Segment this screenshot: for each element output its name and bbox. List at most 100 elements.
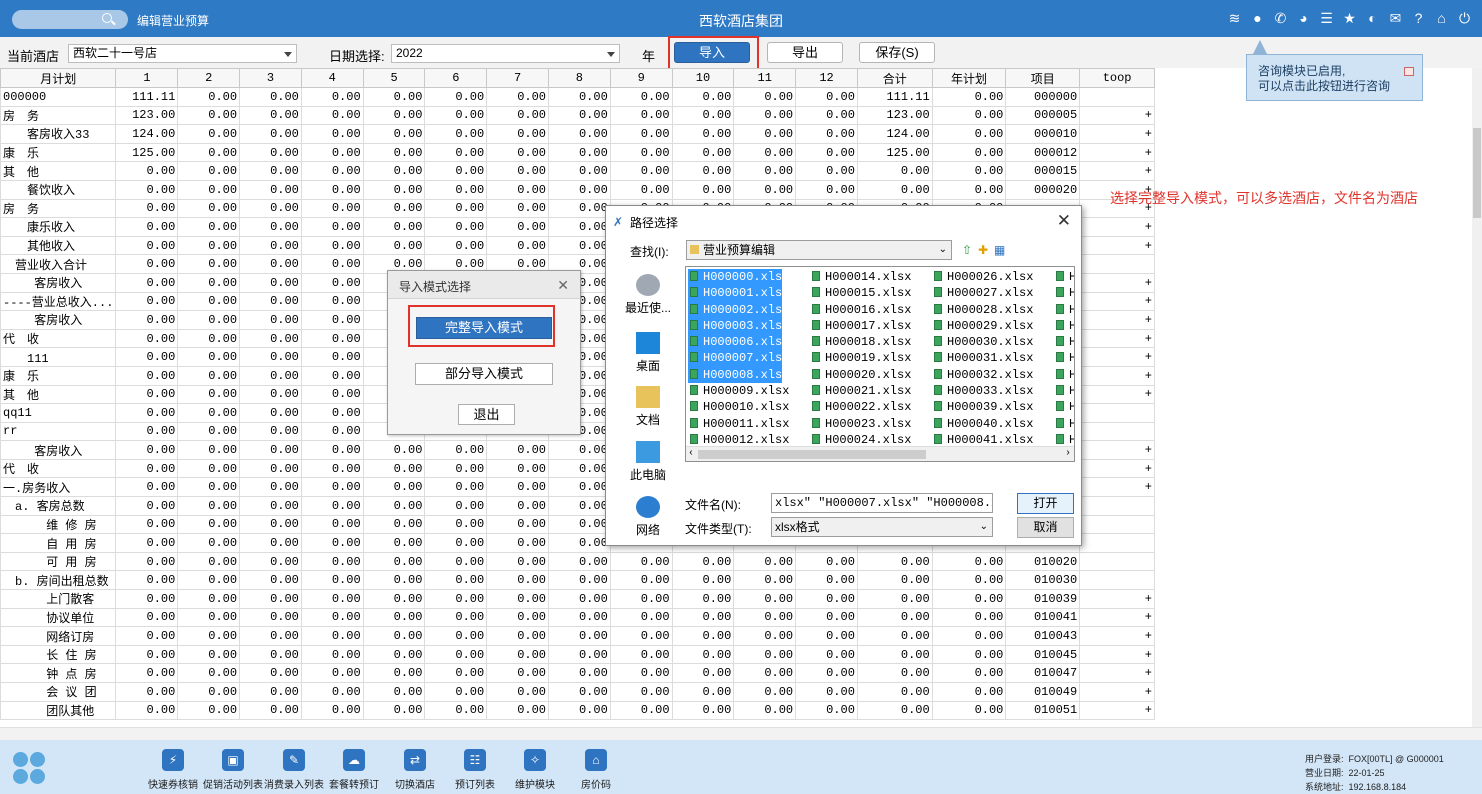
- expand-cell[interactable]: +: [1079, 365, 1155, 386]
- month-cell[interactable]: 0.00: [671, 124, 735, 144]
- month-cell[interactable]: 0.00: [795, 700, 858, 721]
- month-cell[interactable]: 0.00: [115, 421, 179, 442]
- row-name-cell[interactable]: rr: [0, 421, 117, 442]
- month-cell[interactable]: 0.00: [486, 663, 549, 683]
- month-cell[interactable]: 0.00: [795, 570, 858, 591]
- month-cell[interactable]: 0.00: [424, 124, 488, 144]
- file-item[interactable]: H: [1054, 383, 1074, 399]
- file-item[interactable]: H: [1054, 318, 1074, 334]
- annual-plan-cell[interactable]: 0.00: [931, 626, 1007, 646]
- month-cell[interactable]: 0.00: [424, 533, 488, 553]
- month-cell[interactable]: 0.00: [795, 105, 858, 126]
- expand-cell[interactable]: +: [1079, 644, 1155, 665]
- date-select[interactable]: 2022: [391, 44, 620, 63]
- file-item[interactable]: H: [1054, 367, 1074, 383]
- month-cell[interactable]: 0.00: [362, 533, 426, 553]
- item-code-cell[interactable]: 010051: [1005, 700, 1081, 721]
- file-item[interactable]: H000002.xlsx: [688, 301, 789, 318]
- month-cell[interactable]: 0.00: [115, 458, 179, 479]
- month-cell[interactable]: 0.00: [239, 403, 302, 423]
- expand-cell[interactable]: +: [1079, 291, 1155, 312]
- app-launcher-icon[interactable]: [13, 752, 47, 786]
- month-cell[interactable]: 0.00: [300, 533, 364, 553]
- month-cell[interactable]: 0.00: [733, 607, 797, 628]
- month-cell[interactable]: 0.00: [239, 124, 302, 144]
- month-cell[interactable]: 0.00: [424, 496, 488, 516]
- row-name-cell[interactable]: 其 他: [0, 384, 117, 405]
- month-cell[interactable]: 0.00: [300, 328, 364, 349]
- month-cell[interactable]: 0.00: [300, 663, 364, 683]
- column-header[interactable]: 9: [609, 68, 673, 88]
- table-row[interactable]: b. 房间出租总数 0.00 0.00 0.00 0.00 0.00 0.00 0.00 0.0…: [0, 570, 1155, 591]
- column-header[interactable]: 8: [548, 68, 611, 88]
- scroll-thumb[interactable]: [1473, 128, 1481, 218]
- month-cell[interactable]: 0.00: [609, 87, 673, 107]
- month-cell[interactable]: 0.00: [115, 477, 179, 498]
- month-cell[interactable]: 0.00: [115, 607, 179, 628]
- month-cell[interactable]: 0.00: [795, 142, 858, 163]
- month-cell[interactable]: 0.00: [177, 328, 241, 349]
- month-cell[interactable]: 0.00: [424, 235, 488, 256]
- month-cell[interactable]: 0.00: [300, 384, 364, 405]
- expand-cell[interactable]: +: [1079, 347, 1155, 367]
- month-cell[interactable]: 0.00: [486, 458, 549, 479]
- expand-cell[interactable]: [1079, 496, 1155, 516]
- month-cell[interactable]: 0.00: [115, 700, 179, 721]
- month-cell[interactable]: 0.00: [795, 626, 858, 646]
- file-item[interactable]: H000009.xlsx: [688, 383, 789, 399]
- file-item[interactable]: H000026.xlsx: [932, 269, 1033, 285]
- month-cell[interactable]: 0.00: [177, 682, 241, 702]
- month-cell[interactable]: 0.00: [115, 217, 179, 237]
- month-cell[interactable]: 0.00: [424, 700, 488, 721]
- month-cell[interactable]: 0.00: [671, 626, 735, 646]
- month-cell[interactable]: 0.00: [362, 514, 426, 535]
- expand-cell[interactable]: +: [1079, 663, 1155, 683]
- row-name-cell[interactable]: 代 收: [0, 458, 117, 479]
- month-cell[interactable]: 0.00: [239, 291, 302, 312]
- month-cell[interactable]: 0.00: [424, 514, 488, 535]
- month-cell[interactable]: 0.00: [548, 663, 611, 683]
- month-cell[interactable]: 0.00: [362, 198, 426, 219]
- month-cell[interactable]: 0.00: [424, 477, 488, 498]
- month-cell[interactable]: 0.00: [548, 124, 611, 144]
- total-cell[interactable]: 125.00: [856, 142, 933, 163]
- month-cell[interactable]: 0.00: [177, 551, 241, 572]
- month-cell[interactable]: 0.00: [177, 700, 241, 721]
- column-header[interactable]: 合计: [856, 68, 933, 88]
- month-cell[interactable]: 0.00: [300, 682, 364, 702]
- month-cell[interactable]: 0.00: [115, 310, 179, 330]
- month-cell[interactable]: 0.00: [362, 570, 426, 591]
- open-button[interactable]: 打开: [1017, 493, 1074, 514]
- column-header[interactable]: 11: [733, 68, 797, 88]
- row-name-cell[interactable]: 客房收入33: [0, 124, 117, 144]
- table-row[interactable]: 可 用 房 0.00 0.00 0.00 0.00 0.00 0.00 0.00 0.00 0.0…: [0, 551, 1155, 572]
- file-item[interactable]: H000033.xlsx: [932, 383, 1033, 399]
- file-item[interactable]: H: [1054, 302, 1074, 318]
- file-item[interactable]: H000010.xlsx: [688, 399, 789, 415]
- month-cell[interactable]: 0.00: [239, 421, 302, 442]
- month-cell[interactable]: 0.00: [486, 589, 549, 609]
- month-cell[interactable]: 0.00: [548, 142, 611, 163]
- month-cell[interactable]: 0.00: [239, 272, 302, 293]
- month-cell[interactable]: 0.00: [424, 142, 488, 163]
- month-cell[interactable]: 0.00: [733, 179, 797, 200]
- annual-plan-cell[interactable]: 0.00: [931, 142, 1007, 163]
- month-cell[interactable]: 0.00: [424, 570, 488, 591]
- month-cell[interactable]: 0.00: [795, 124, 858, 144]
- month-cell[interactable]: 0.00: [177, 235, 241, 256]
- month-cell[interactable]: 0.00: [548, 626, 611, 646]
- switch-hotel-button[interactable]: ⇄ 切换酒店: [383, 749, 447, 791]
- file-item[interactable]: H000003.xlsx: [688, 317, 789, 335]
- month-cell[interactable]: 0.00: [239, 365, 302, 386]
- month-cell[interactable]: 0.00: [300, 198, 364, 219]
- column-header[interactable]: 2: [177, 68, 241, 88]
- month-cell[interactable]: 0.00: [362, 644, 426, 665]
- row-name-cell[interactable]: 协议单位: [0, 607, 117, 628]
- table-row[interactable]: 钟 点 房 0.00 0.00 0.00 0.00 0.00 0.00 0.00 0.00 0.0…: [0, 663, 1155, 683]
- annual-plan-cell[interactable]: 0.00: [931, 589, 1007, 609]
- month-cell[interactable]: 0.00: [733, 570, 797, 591]
- row-name-cell[interactable]: 团队其他: [0, 700, 117, 721]
- file-item[interactable]: H000000.xlsx: [688, 269, 789, 286]
- column-header[interactable]: 7: [486, 68, 549, 88]
- month-cell[interactable]: 0.00: [177, 589, 241, 609]
